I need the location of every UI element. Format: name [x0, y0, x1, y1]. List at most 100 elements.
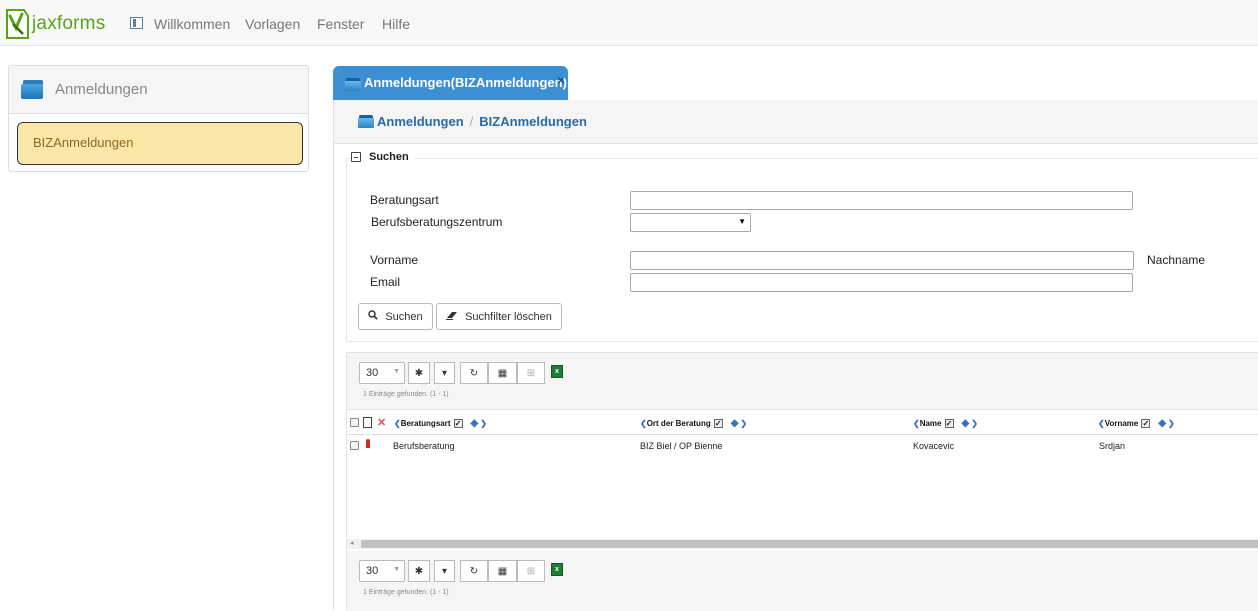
eraser-icon	[446, 311, 458, 323]
chevron-left-icon[interactable]: ❮	[913, 419, 920, 428]
column-header-beratungsart[interactable]: ❮ Beratungsart ✓ ◆ ❯	[394, 418, 487, 429]
table-view-button[interactable]: ▦	[488, 560, 517, 582]
menu-vorlagen[interactable]: Vorlagen	[245, 16, 300, 32]
search-button[interactable]: Suchen	[358, 303, 433, 330]
table-row[interactable]: Berufsberatung BIZ Biel / OP Bienne Kova…	[347, 435, 1258, 457]
refresh-icon: ↻	[469, 367, 479, 379]
cell-beratungsart: Berufsberatung	[393, 441, 455, 451]
label-vorname: Vorname	[370, 253, 419, 267]
gear-icon: ✱	[414, 367, 424, 379]
settings-dropdown-button[interactable]: ▾	[434, 362, 455, 384]
vorname-input[interactable]	[630, 251, 1134, 270]
settings-button[interactable]: ✱	[408, 362, 430, 384]
sidebar-toggle-icon[interactable]	[130, 17, 143, 29]
label-nachname: Nachname	[1147, 253, 1206, 267]
column-visible-checkbox[interactable]: ✓	[1141, 419, 1151, 428]
search-legend-label: Suchen	[369, 151, 409, 163]
chevron-left-icon[interactable]: ❮	[640, 419, 647, 428]
excel-export-icon[interactable]: x	[551, 365, 563, 378]
menu-fenster[interactable]: Fenster	[317, 16, 364, 32]
results-grid: 30 ▼ ✱ ▾ ↻ ▦ ⊞ x 1 Einträge gefunden. (1…	[346, 352, 1258, 611]
search-legend[interactable]: Suchen	[351, 151, 415, 163]
breadcrumb-item-anmeldungen[interactable]: Anmeldungen	[377, 114, 464, 129]
page-size-select[interactable]: 30 ▼	[359, 362, 405, 384]
cell-ort: BIZ Biel / OP Bienne	[640, 441, 723, 451]
clear-filter-button-label: Suchfilter löschen	[465, 310, 552, 323]
select-all-checkbox[interactable]	[350, 418, 359, 427]
column-label: Name	[919, 419, 942, 428]
top-nav-bar: jaxforms Willkommen Vorlagen Fenster Hil…	[0, 0, 1258, 46]
gear-icon: ✱	[414, 565, 424, 577]
grid-view-button[interactable]: ⊞	[517, 362, 545, 384]
label-berufsberatungszentrum: Berufsberatungszentrum	[371, 215, 503, 229]
chevron-left-icon[interactable]: ❮	[394, 419, 401, 428]
folder-icon	[345, 78, 362, 91]
grid-icon: ⊞	[526, 367, 536, 379]
column-header-ort[interactable]: ❮ Ort der Beratung ✓ ◆ ❯	[640, 418, 747, 429]
column-visible-checkbox[interactable]: ✓	[944, 419, 954, 428]
app-logo[interactable]: jaxforms	[4, 8, 105, 40]
tab-label: Anmeldungen(BIZAnmeldungen)	[364, 75, 567, 90]
sort-icon[interactable]: ◆	[731, 418, 739, 429]
grid-toolbar-top: 30 ▼ ✱ ▾ ↻ ▦ ⊞ x 1 Einträge gefunden. (1…	[347, 353, 1258, 409]
breadcrumb-separator: /	[469, 114, 474, 129]
breadcrumb-item-bizanmeldungen[interactable]: BIZAnmeldungen	[479, 114, 587, 129]
chevron-down-icon: ▼	[393, 566, 400, 573]
search-fieldset: Suchen Beratungsart Berufsberatungszentr…	[346, 151, 1258, 342]
column-header-name[interactable]: ❮ Name ✓ ◆ ❯	[913, 418, 978, 429]
chevron-right-icon[interactable]: ❯	[480, 419, 487, 428]
left-navigation-panel: Anmeldungen BIZAnmeldungen	[8, 65, 309, 172]
page-size-value: 30	[366, 565, 379, 577]
chevron-right-icon[interactable]: ❯	[740, 419, 747, 428]
dropdown-arrow-icon: ▼	[738, 217, 746, 226]
label-email: Email	[370, 275, 401, 289]
pin-icon[interactable]	[366, 439, 370, 448]
beratungsart-input[interactable]	[630, 191, 1133, 210]
cell-name: Kovacevic	[913, 441, 955, 451]
caret-down-icon: ▾	[441, 565, 448, 577]
sort-icon[interactable]: ◆	[962, 418, 970, 429]
folder-icon	[21, 80, 45, 99]
horizontal-scrollbar[interactable]: ◂	[347, 539, 1258, 549]
refresh-button[interactable]: ↻	[460, 362, 488, 384]
delete-icon[interactable]: ✕	[377, 416, 386, 429]
chevron-left-icon[interactable]: ❮	[1098, 419, 1105, 428]
document-icon[interactable]	[363, 417, 372, 428]
close-tab-icon[interactable]: ✕	[557, 76, 565, 87]
chevron-right-icon[interactable]: ❯	[971, 419, 978, 428]
table-icon: ▦	[497, 367, 508, 379]
column-visible-checkbox[interactable]: ✓	[713, 419, 723, 428]
tab-anmeldungen-biz[interactable]: Anmeldungen(BIZAnmeldungen) ✕	[333, 66, 568, 100]
main-content-frame: Anmeldungen / BIZAnmeldungen Suchen Bera…	[333, 100, 1258, 611]
berufsberatungszentrum-select[interactable]: ▼	[630, 213, 751, 232]
column-header-vorname[interactable]: ❮ Vorname ✓ ◆ ❯	[1098, 418, 1175, 429]
page-size-select[interactable]: 30 ▼	[359, 560, 405, 582]
column-visible-checkbox[interactable]: ✓	[453, 419, 463, 428]
logo-text: jaxforms	[32, 13, 106, 34]
left-panel-title: Anmeldungen	[55, 81, 148, 98]
email-input[interactable]	[630, 273, 1133, 292]
sort-icon[interactable]: ◆	[1158, 418, 1166, 429]
scrollbar-thumb[interactable]	[361, 540, 1258, 548]
clear-filter-button[interactable]: Suchfilter löschen	[436, 303, 562, 330]
table-view-button[interactable]: ▦	[488, 362, 517, 384]
scroll-left-icon[interactable]: ◂	[350, 539, 354, 547]
refresh-button[interactable]: ↻	[460, 560, 488, 582]
column-label: Beratungsart	[400, 419, 451, 428]
chevron-right-icon[interactable]: ❯	[1168, 419, 1175, 428]
jaxforms-logo-icon	[6, 9, 29, 39]
column-label: Vorname	[1104, 419, 1139, 428]
sort-icon[interactable]: ◆	[471, 418, 479, 429]
nav-item-bizanmeldungen[interactable]: BIZAnmeldungen	[17, 122, 303, 165]
collapse-icon[interactable]	[351, 152, 361, 162]
menu-willkommen[interactable]: Willkommen	[154, 16, 230, 32]
grid-view-button[interactable]: ⊞	[517, 560, 545, 582]
grid-toolbar-bottom: 30 ▼ ✱ ▾ ↻ ▦ ⊞ x 1 Einträge gefunden. (1…	[347, 551, 1258, 611]
cell-vorname: Srdjan	[1099, 441, 1126, 451]
left-panel-header: Anmeldungen	[9, 66, 308, 114]
settings-button[interactable]: ✱	[408, 560, 430, 582]
settings-dropdown-button[interactable]: ▾	[434, 560, 455, 582]
row-checkbox[interactable]	[350, 441, 359, 450]
menu-hilfe[interactable]: Hilfe	[382, 16, 410, 32]
excel-export-icon[interactable]: x	[551, 563, 563, 576]
